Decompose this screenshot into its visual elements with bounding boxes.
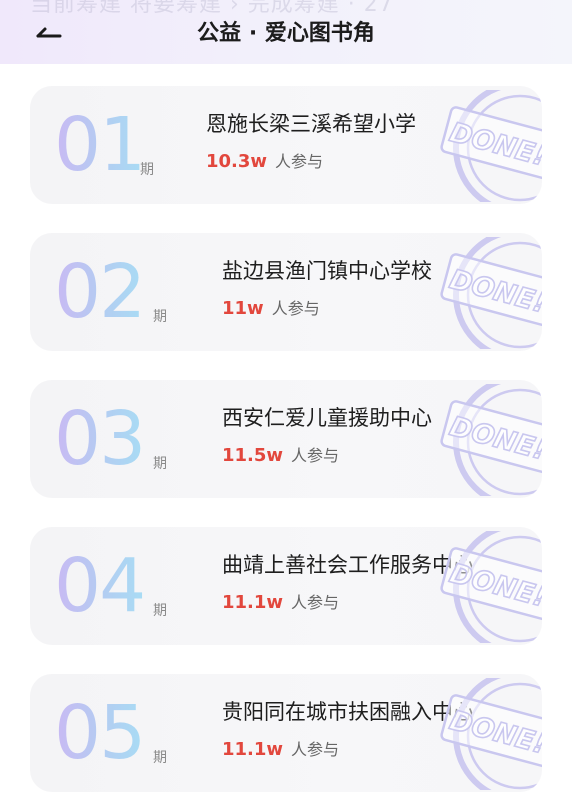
project-card-03[interactable]: 03 期 西安仁爱儿童援助中心 11.5w 人参与 DONE! (30, 380, 542, 498)
done-stamp-icon: DONE! (440, 678, 542, 790)
participant-count: 11w 人参与 (222, 295, 320, 319)
participant-suffix: 人参与 (271, 299, 320, 318)
issue-number: 04 (54, 543, 146, 629)
issue-label: 期 (153, 309, 167, 325)
issue-number: 05 (54, 690, 146, 776)
issue-number: 01 (54, 102, 146, 188)
project-name: 盐边县渔门镇中心学校 (222, 259, 432, 283)
done-stamp-icon: DONE! (440, 90, 542, 202)
issue-label: 期 (153, 750, 167, 766)
project-card-02[interactable]: 02 期 盐边县渔门镇中心学校 11w 人参与 DONE! (30, 233, 542, 351)
participant-number: 11.1w (222, 592, 284, 613)
project-name: 曲靖上善社会工作服务中心 (222, 553, 474, 577)
participant-suffix: 人参与 (291, 446, 340, 465)
participant-suffix: 人参与 (275, 152, 324, 171)
participant-suffix: 人参与 (291, 593, 340, 612)
participant-count: 10.3w 人参与 (206, 148, 323, 172)
project-card-04[interactable]: 04 期 曲靖上善社会工作服务中心 11.1w 人参与 DONE! (30, 527, 542, 645)
participant-count: 11.1w 人参与 (222, 736, 339, 760)
issue-number: 02 (54, 249, 146, 335)
participant-count: 11.1w 人参与 (222, 589, 339, 613)
project-card-05[interactable]: 05 期 贵阳同在城市扶困融入中心 11.1w 人参与 DONE! (30, 674, 542, 792)
done-stamp-icon: DONE! (440, 384, 542, 496)
top-bar: 当前筹建 将要筹建 › 完成筹建 · 27 公益 · 爱心图书角 (0, 0, 572, 64)
participant-suffix: 人参与 (291, 740, 340, 759)
participant-count: 11.5w 人参与 (222, 442, 339, 466)
issue-label: 期 (153, 603, 167, 619)
issue-label: 期 (140, 162, 154, 178)
issue-label: 期 (153, 456, 167, 472)
participant-number: 11w (222, 298, 264, 319)
issue-number: 03 (54, 396, 146, 482)
project-name: 贵阳同在城市扶困融入中心 (222, 700, 474, 724)
project-name: 西安仁爱儿童援助中心 (222, 406, 432, 430)
participant-number: 11.1w (222, 739, 284, 760)
participant-number: 10.3w (206, 151, 268, 172)
project-name: 恩施长梁三溪希望小学 (206, 112, 416, 136)
done-stamp-icon: DONE! (440, 531, 542, 643)
project-card-01[interactable]: 01 期 恩施长梁三溪希望小学 10.3w 人参与 DONE! (30, 86, 542, 204)
page-title: 公益 · 爱心图书角 (197, 21, 375, 46)
done-stamp-icon: DONE! (440, 237, 542, 349)
participant-number: 11.5w (222, 445, 284, 466)
